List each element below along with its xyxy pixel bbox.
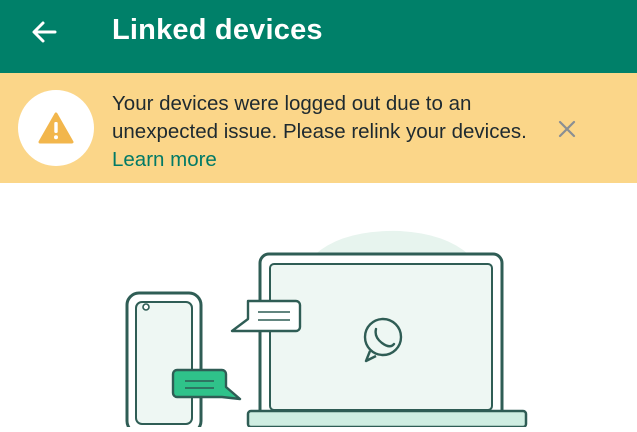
dismiss-banner-button[interactable] — [552, 114, 582, 144]
back-button[interactable] — [24, 12, 64, 52]
banner-message-text: Your devices were logged out due to an u… — [112, 92, 527, 143]
banner-message: Your devices were logged out due to an u… — [112, 90, 532, 174]
learn-more-link[interactable]: Learn more — [112, 148, 217, 171]
close-icon — [558, 120, 576, 138]
phone-illustration — [125, 291, 203, 432]
warning-icon-badge — [18, 90, 94, 166]
page-title: Linked devices — [112, 14, 323, 46]
logout-warning-banner: Your devices were logged out due to an u… — [0, 73, 637, 183]
warning-icon — [38, 112, 74, 144]
linked-devices-illustration — [0, 183, 637, 432]
chat-bubble-green — [171, 368, 242, 401]
laptop-illustration — [246, 252, 528, 429]
app-bar: Linked devices — [0, 0, 637, 73]
chat-bubble-white — [230, 299, 302, 333]
arrow-left-icon — [32, 21, 57, 43]
